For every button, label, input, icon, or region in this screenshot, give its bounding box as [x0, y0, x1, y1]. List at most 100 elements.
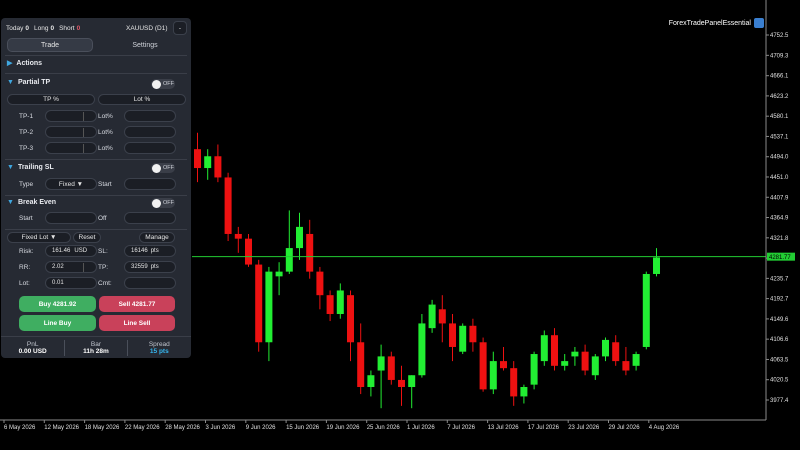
candle — [377, 344, 385, 409]
trailing-type-label: Type — [19, 181, 34, 188]
sell-button[interactable]: Sell 4281.77 — [99, 296, 175, 312]
candle — [316, 266, 324, 310]
candle-body — [540, 335, 548, 362]
x-tick-label: 23 Jul 2026 — [568, 425, 600, 431]
toggle-knob — [152, 79, 161, 89]
trailing-type-dropdown[interactable]: Fixed ▼ — [45, 178, 97, 190]
candle — [306, 219, 314, 279]
tab-settings[interactable]: Settings — [103, 38, 187, 52]
tp1-input[interactable] — [45, 110, 97, 122]
candle-body — [428, 304, 436, 329]
candle-body — [214, 156, 222, 178]
tab-trade[interactable]: Trade — [7, 38, 93, 52]
x-tick-label: 28 May 2026 — [165, 425, 200, 431]
candle-body — [500, 361, 507, 369]
candle-body — [510, 368, 518, 397]
trailing-sl-section[interactable]: ▼ Trailing SL — [7, 164, 54, 171]
divider — [5, 195, 187, 196]
risk-input[interactable]: 161.46 USD — [45, 245, 97, 257]
sl-unit: pts — [150, 248, 159, 254]
divider — [5, 229, 187, 230]
x-tick-label: 12 May 2026 — [44, 425, 79, 431]
panel-app-icon[interactable] — [754, 18, 764, 28]
candle — [653, 248, 660, 277]
candle — [296, 212, 303, 260]
candle — [255, 259, 263, 352]
trailing-start-label: Start — [98, 181, 112, 188]
candle-body — [622, 361, 630, 371]
candle-body — [612, 342, 620, 362]
candle — [387, 351, 395, 385]
candle — [642, 271, 650, 350]
break-even-section[interactable]: ▼ Break Even — [7, 199, 56, 206]
comment-input[interactable] — [124, 277, 176, 289]
x-tick-label: 4 Aug 2026 — [649, 425, 680, 431]
rr-input[interactable]: 2.02 — [45, 261, 97, 273]
lot-mode-dropdown[interactable]: Fixed Lot ▼ — [7, 232, 71, 243]
current-price-label: 4281.77 — [767, 252, 795, 261]
candle — [245, 233, 252, 267]
candle — [367, 370, 375, 397]
candle — [622, 346, 630, 376]
y-tick-label: 4752.5 — [770, 33, 789, 39]
y-tick-label: 4192.7 — [770, 297, 789, 303]
tp-percent-button[interactable]: TP % — [7, 94, 95, 105]
reset-button[interactable]: Reset — [73, 232, 101, 243]
tp1-lot-input[interactable] — [124, 110, 176, 122]
candle-body — [571, 351, 579, 357]
partial-tp-section[interactable]: ▼ Partial TP — [7, 79, 50, 86]
candle — [194, 132, 201, 183]
candle-body — [285, 248, 293, 272]
break-even-start-label: Start — [19, 215, 33, 222]
y-axis-ticks: 4752.5 4709.3 4666.1 4623.2 4580.1 4537.1 4494… — [766, 33, 789, 404]
tp-input[interactable]: 32559 pts — [124, 261, 176, 273]
divider — [5, 73, 187, 74]
collapse-down-icon: ▼ — [7, 164, 14, 171]
long-label: Long — [33, 24, 49, 32]
candle-body — [194, 149, 201, 169]
tp3-input[interactable] — [45, 142, 97, 154]
pnl-label: PnL — [26, 341, 39, 348]
break-even-start-input[interactable] — [45, 212, 97, 224]
risk-value: 161.46 — [52, 248, 71, 254]
sl-input[interactable]: 16146 pts — [124, 245, 176, 257]
trailing-sl-toggle-label: OFF — [163, 165, 174, 171]
break-even-off-input[interactable] — [124, 212, 176, 224]
symbol-label: XAUUSD (D1) — [126, 24, 168, 32]
x-tick-label: 9 Jun 2026 — [246, 425, 276, 431]
tp2-input[interactable] — [45, 126, 97, 138]
candle-body — [602, 339, 609, 357]
candle — [214, 144, 222, 183]
trailing-start-input[interactable] — [124, 178, 176, 190]
candle — [500, 346, 507, 371]
actions-section[interactable]: ▶ Actions — [7, 59, 42, 68]
y-tick-label: 3977.4 — [770, 398, 789, 404]
tp3-lot-input[interactable] — [124, 142, 176, 154]
partial-tp-toggle[interactable]: OFF — [151, 79, 175, 89]
line-buy-button[interactable]: Line Buy — [19, 315, 96, 331]
bar-value: 11h 28m — [83, 348, 109, 355]
buy-button[interactable]: Buy 4281.92 — [19, 296, 96, 312]
break-even-toggle[interactable]: OFF — [151, 198, 175, 208]
manage-button[interactable]: Manage — [139, 232, 175, 243]
candle-body — [530, 354, 538, 385]
candle-body — [489, 361, 497, 390]
candle — [510, 361, 518, 406]
trailing-sl-toggle[interactable]: OFF — [151, 163, 175, 173]
tp2-lot-input[interactable] — [124, 126, 176, 138]
panel-footer: PnL 0.00 USD Bar 11h 28m Spread 15 pts — [1, 338, 191, 358]
candle-body — [224, 177, 232, 234]
lot-percent-button[interactable]: Lot % — [98, 94, 186, 105]
candle-body — [367, 375, 375, 388]
candle-body — [245, 238, 252, 265]
y-tick-label: 4235.7 — [770, 276, 789, 282]
line-sell-button[interactable]: Line Sell — [99, 315, 175, 331]
price-label-text: 4281.77 — [769, 255, 791, 261]
y-tick-label: 4407.9 — [770, 195, 789, 201]
minimize-button[interactable]: - — [173, 21, 187, 35]
candle — [489, 351, 497, 395]
break-even-title: Break Even — [17, 199, 57, 206]
candle-body — [551, 335, 558, 366]
tp-label: TP: — [98, 264, 109, 271]
lot-input[interactable]: 0.01 — [45, 277, 97, 289]
